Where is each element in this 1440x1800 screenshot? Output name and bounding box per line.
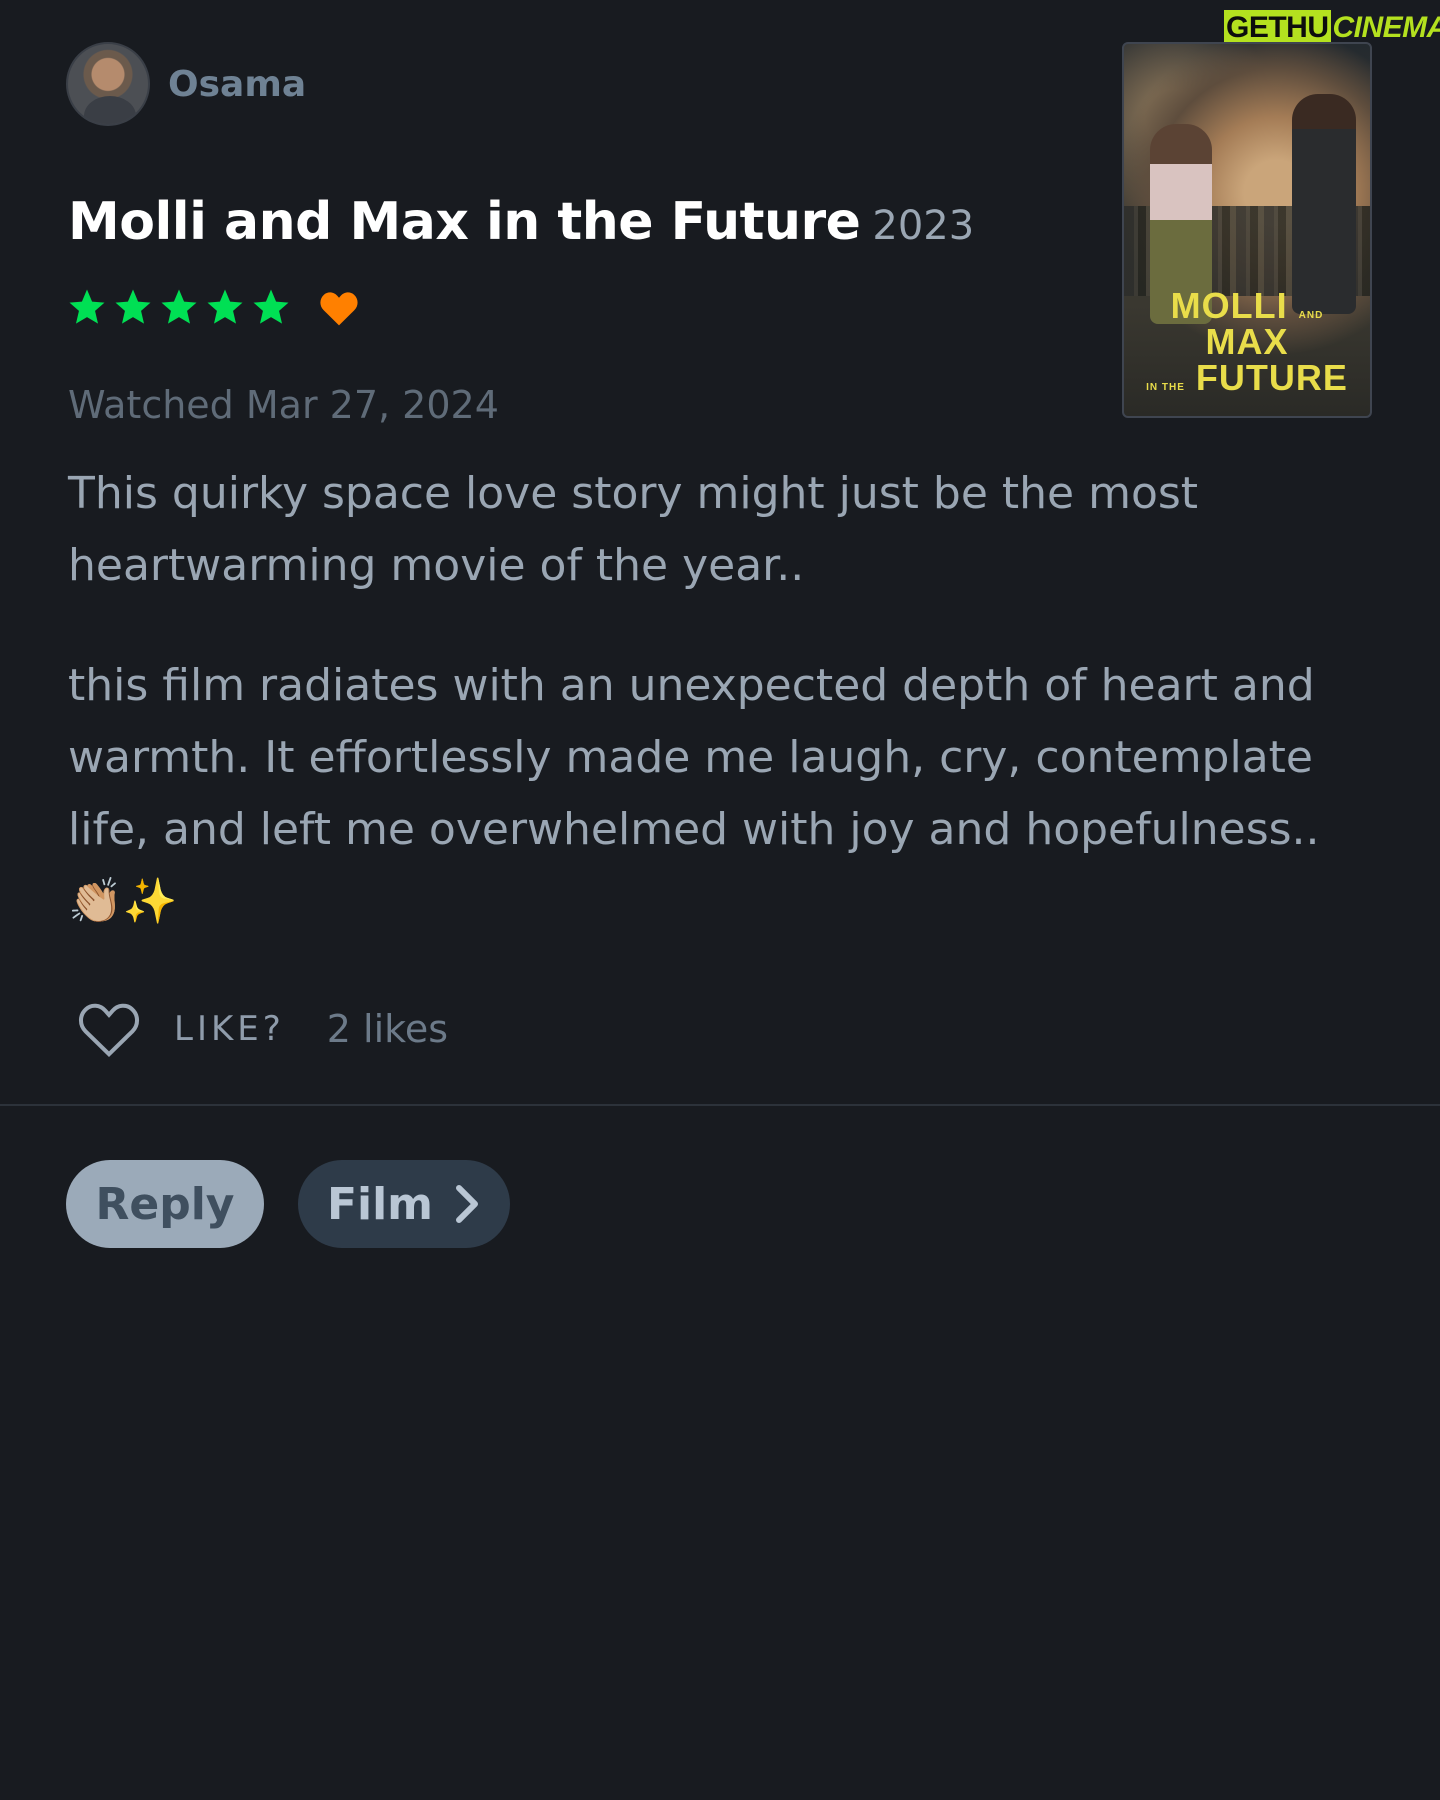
star-icon [115, 289, 151, 324]
film-title[interactable]: Molli and Max in the Future [68, 192, 861, 252]
film-year[interactable]: 2023 [872, 203, 974, 249]
reply-button-label: Reply [95, 1178, 235, 1230]
film-button-label: Film [326, 1178, 434, 1230]
film-button[interactable]: Film [298, 1160, 510, 1248]
watermark-part2: CINEMA [1332, 11, 1440, 44]
like-button[interactable]: LIKE? [174, 1009, 285, 1049]
poster-title-in-the: IN THE [1146, 382, 1185, 393]
poster-title-and: AND [1298, 310, 1324, 321]
divider [0, 1104, 1440, 1106]
heart-outline-icon[interactable] [76, 1000, 142, 1058]
poster-figure-right [1292, 94, 1356, 314]
like-row: LIKE? 2 likes [76, 1000, 448, 1058]
username[interactable]: Osama [168, 64, 306, 105]
star-icon [253, 289, 289, 324]
chevron-right-icon [456, 1185, 479, 1223]
watched-date: Watched Mar 27, 2024 [68, 383, 499, 427]
liked-heart-icon [320, 292, 358, 326]
review-paragraph: this film radiates with an unexpected de… [68, 660, 1320, 927]
star-icon [161, 289, 197, 324]
rating [66, 286, 360, 328]
poster-title-max: MAX [1205, 321, 1289, 362]
avatar-body [84, 96, 136, 124]
poster-title-future: FUTURE [1195, 357, 1348, 398]
likes-count[interactable]: 2 likes [327, 1007, 448, 1051]
star-icon [207, 289, 243, 324]
star-icon [69, 289, 105, 324]
review-body: This quirky space love story might just … [68, 458, 1368, 986]
poster-title: MOLLI AND MAX IN THE FUTURE [1124, 288, 1370, 396]
review-paragraph: This quirky space love story might just … [68, 468, 1199, 591]
watermark-part1: GETHU [1224, 10, 1331, 46]
avatar[interactable] [66, 42, 150, 126]
reply-button[interactable]: Reply [66, 1160, 264, 1248]
film-poster[interactable]: MOLLI AND MAX IN THE FUTURE [1122, 42, 1372, 418]
poster-title-molli: MOLLI [1170, 285, 1288, 326]
film-title-row: Molli and Max in the Future 2023 [68, 192, 974, 252]
review-page: GETHU CINEMA Osama MOLLI AND MAX IN THE … [0, 0, 1440, 1800]
